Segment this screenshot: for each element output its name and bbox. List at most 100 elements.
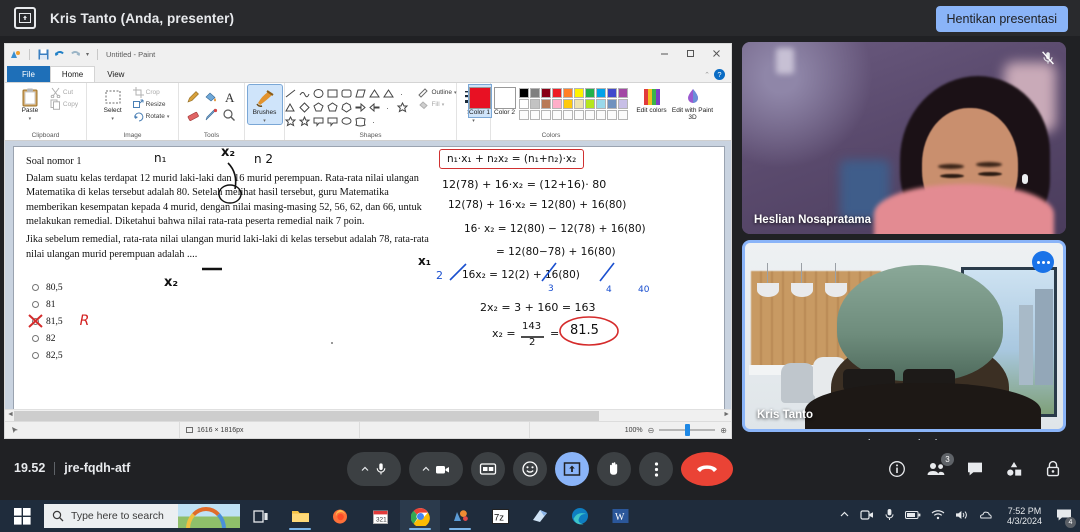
color-swatch-empty[interactable] [529, 110, 540, 120]
option-2[interactable]: 81,5 R [28, 313, 89, 330]
volume-tray-icon[interactable] [955, 509, 969, 524]
color-swatch[interactable] [551, 88, 562, 98]
color-swatch[interactable] [606, 99, 617, 109]
rotate-button[interactable]: Rotate ▾ [133, 111, 169, 122]
chrome-button[interactable] [400, 500, 440, 532]
zoom-in-icon[interactable]: ⊕ [720, 426, 727, 435]
present-screen-icon[interactable] [563, 461, 581, 477]
microphone-button[interactable] [347, 452, 401, 486]
host-controls-button[interactable] [1042, 458, 1064, 480]
chevron-up-icon[interactable] [360, 464, 370, 474]
pencil-icon[interactable] [185, 89, 203, 107]
file-explorer-button[interactable] [280, 500, 320, 532]
color-swatch[interactable] [518, 88, 529, 98]
chat-bubble-icon[interactable] [966, 460, 984, 478]
color-palette[interactable] [518, 85, 628, 120]
tab-view[interactable]: View [95, 66, 136, 82]
color-swatch[interactable] [573, 88, 584, 98]
option-4[interactable]: 82,5 [32, 347, 79, 364]
color-swatch-empty[interactable] [606, 110, 617, 120]
sticky-notes-icon[interactable] [531, 508, 549, 524]
video-camera-icon[interactable] [434, 461, 451, 478]
microphone-icon[interactable] [884, 508, 895, 521]
color-swatch[interactable] [529, 99, 540, 109]
eraser-icon[interactable] [185, 107, 203, 125]
taskbar-clock[interactable]: 7:52 PM 4/3/2024 [1003, 506, 1046, 527]
zoom-out-icon[interactable]: ⊖ [648, 426, 655, 435]
cut-button[interactable]: Cut [50, 87, 78, 98]
option-3[interactable]: 82 [32, 330, 79, 347]
show-everyone-button[interactable]: 3 [925, 453, 954, 480]
chat-button[interactable] [964, 458, 986, 480]
fill-bucket-icon[interactable] [203, 89, 221, 107]
task-view-icon[interactable] [252, 509, 269, 524]
raise-hand-button[interactable] [597, 452, 631, 486]
taskbar-search[interactable]: Type here to search [44, 504, 240, 528]
scroll-right-icon[interactable]: ► [723, 411, 730, 418]
color1-swatch[interactable]: Color 1 [467, 84, 492, 118]
meet-tray-button[interactable] [860, 509, 874, 524]
more-options-button[interactable] [639, 452, 673, 486]
save-icon[interactable] [38, 49, 49, 60]
activities-icon[interactable] [1005, 460, 1023, 478]
calendar-icon[interactable]: 321 [372, 508, 389, 525]
crop-button[interactable]: Crop [132, 87, 170, 98]
color-picker-icon[interactable] [203, 107, 221, 125]
tab-file[interactable]: File [7, 66, 50, 82]
answer-options[interactable]: 80,5 81 81,5 R 82 82,5 [28, 279, 89, 364]
activities-button[interactable] [1003, 458, 1025, 480]
microphone-icon[interactable] [373, 461, 389, 477]
show-hidden-icons-button[interactable] [839, 509, 850, 523]
copy-button[interactable]: Copy [50, 99, 78, 110]
canvas-horizontal-scrollbar[interactable]: ◄ ► [5, 409, 731, 421]
redo-icon[interactable] [70, 49, 81, 60]
color-swatch-empty[interactable] [617, 110, 628, 120]
close-icon[interactable] [703, 44, 729, 63]
minimize-icon[interactable] [651, 44, 677, 63]
seven-zip-button[interactable]: 7z [480, 500, 520, 532]
chrome-icon[interactable] [410, 507, 430, 526]
meeting-details-button[interactable] [886, 458, 908, 480]
radio-icon[interactable] [32, 301, 39, 308]
color-swatch[interactable] [617, 99, 628, 109]
captions-button[interactable] [471, 452, 505, 486]
help-icon[interactable]: ? [714, 69, 725, 80]
present-button[interactable] [555, 452, 589, 486]
firefox-icon[interactable] [331, 507, 349, 525]
color-swatch[interactable] [595, 99, 606, 109]
edge-button[interactable] [560, 500, 600, 532]
wifi-tray-icon[interactable] [931, 509, 945, 523]
show-hidden-icon[interactable] [839, 509, 850, 520]
info-icon[interactable] [888, 460, 906, 478]
folder-icon[interactable] [291, 508, 310, 524]
word-icon[interactable]: W [612, 508, 629, 524]
magnifier-icon[interactable] [221, 107, 239, 125]
tab-home[interactable]: Home [49, 66, 96, 82]
fill-button[interactable]: Fill ▾ [418, 99, 456, 110]
color-swatch[interactable] [595, 88, 606, 98]
color-swatch-empty[interactable] [551, 110, 562, 120]
color-swatch[interactable] [529, 88, 540, 98]
zoom-controls[interactable]: 100% ⊖ ⊕ [625, 424, 731, 436]
paint-canvas-area[interactable]: Soal nomor 1 Dalam suatu kelas terdapat … [5, 141, 731, 416]
resize-button[interactable]: Resize [132, 99, 170, 110]
onedrive-icon[interactable] [979, 509, 993, 521]
wifi-icon[interactable] [931, 509, 945, 520]
participant-tile-heslian[interactable]: Heslian Nosapratama [742, 42, 1066, 234]
paint3d-button[interactable]: Edit with Paint 3D [672, 85, 714, 122]
phone-hangup-icon[interactable] [696, 463, 718, 475]
battery-icon[interactable] [904, 510, 921, 520]
color-swatch[interactable] [540, 99, 551, 109]
firefox-button[interactable] [320, 500, 360, 532]
color-swatch[interactable] [518, 99, 529, 109]
participant-tile-kris[interactable]: Kris Tanto [742, 240, 1066, 432]
edit-colors-button[interactable]: Edit colors [635, 85, 669, 115]
customize-caret-icon[interactable]: ▾ [86, 51, 89, 58]
task-view-button[interactable] [240, 500, 280, 532]
emoji-button[interactable] [513, 452, 547, 486]
color-swatch[interactable] [606, 88, 617, 98]
brushes-button[interactable]: Brushes ▾ [246, 84, 283, 125]
radio-icon[interactable] [32, 284, 39, 291]
text-icon[interactable]: A [221, 89, 239, 107]
color-swatch-empty[interactable] [540, 110, 551, 120]
